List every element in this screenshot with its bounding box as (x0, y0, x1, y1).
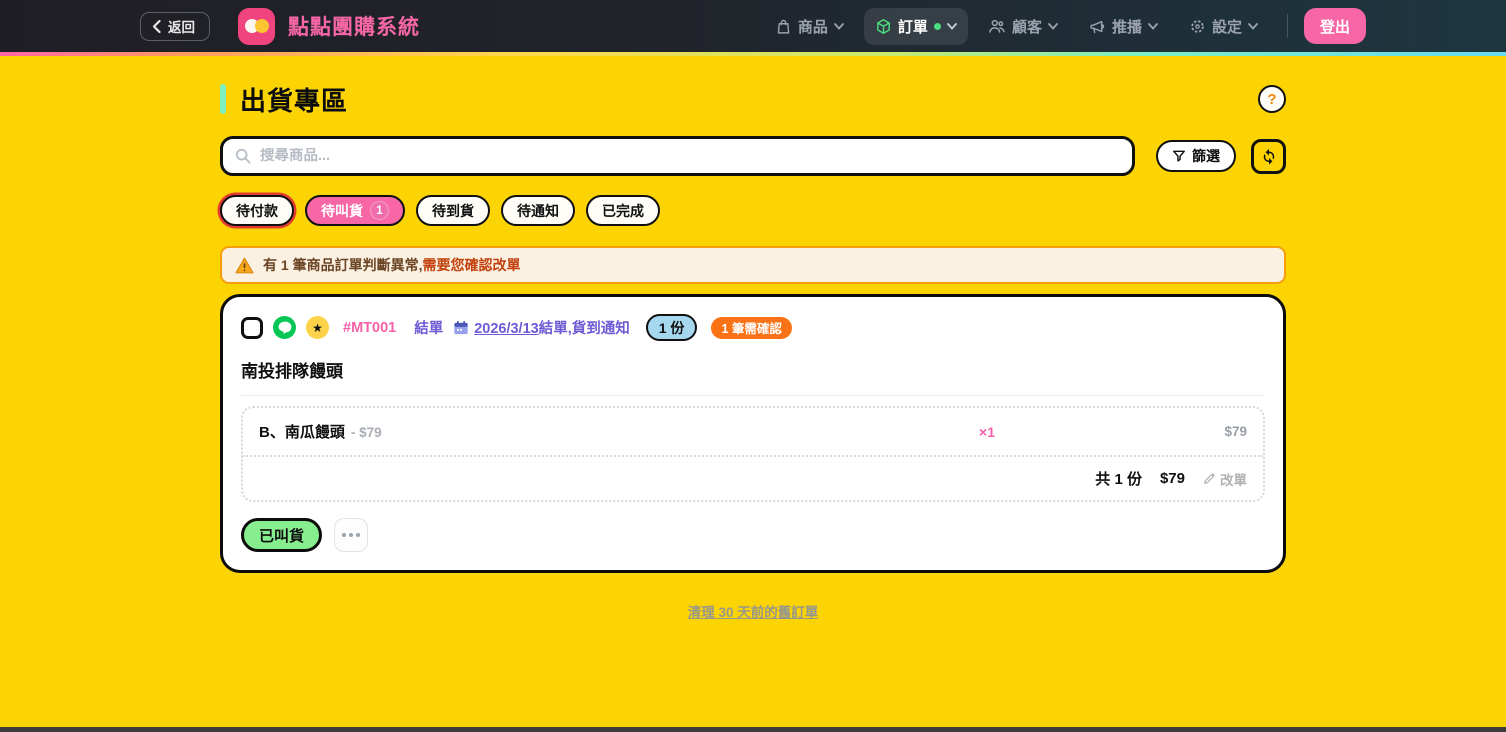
close-rest: 結單,貨到通知 (539, 321, 630, 337)
needs-confirm-badge: 1 筆需確認 (711, 317, 791, 339)
nav-item-broadcast[interactable]: 推播 (1078, 8, 1169, 45)
shipping-area-page: 出貨專區 ? 篩選 待付款 待叫貨 1 待到貨 待通知 已完成 (220, 82, 1286, 622)
search-icon (235, 148, 251, 164)
status-tabs: 待付款 待叫貨 1 待到貨 待通知 已完成 (220, 195, 1286, 226)
ordered-button[interactable]: 已叫貨 (241, 518, 322, 552)
nav-divider (1287, 14, 1288, 38)
calendar-icon (453, 320, 469, 335)
nav-item-orders[interactable]: 訂單 (864, 8, 968, 45)
orders-status-dot (934, 23, 941, 30)
nav-label-orders: 訂單 (898, 16, 928, 37)
chevron-left-icon (152, 20, 161, 33)
search-box (220, 136, 1135, 176)
back-label: 返回 (168, 16, 195, 36)
order-card: ★ #MT001 結單 2026/3/13結單,貨到通知 1 份 1 筆需確認 … (220, 294, 1286, 573)
order-close-label: 結單 (414, 317, 443, 338)
refresh-button[interactable] (1251, 139, 1286, 174)
tab-label: 待付款 (236, 201, 278, 221)
close-date: 2026/3/13 (474, 321, 539, 337)
tab-label: 已完成 (602, 201, 644, 221)
more-options-button[interactable] (334, 518, 368, 552)
nav-label-settings: 設定 (1212, 16, 1242, 37)
chevron-down-icon (834, 23, 844, 30)
item-quantity: ×1 (957, 424, 1017, 440)
order-checkbox[interactable] (241, 317, 263, 339)
logo-dot-yellow (255, 19, 269, 33)
tab-to-notify[interactable]: 待通知 (501, 195, 575, 226)
more-options-icon (342, 533, 346, 537)
tab-label: 待到貨 (432, 201, 474, 221)
nav-item-customers[interactable]: 顧客 (977, 8, 1069, 45)
pencil-icon (1203, 472, 1216, 485)
order-close-info: 2026/3/13結單,貨到通知 (453, 317, 630, 338)
anomaly-alert-banner: 有 1 筆商品訂單判斷異常,需要您確認改單 (220, 246, 1286, 284)
order-id: #MT001 (343, 320, 396, 336)
chevron-down-icon (1148, 23, 1158, 30)
chevron-down-icon (947, 23, 957, 30)
people-icon (988, 18, 1006, 34)
nav-label-products: 商品 (798, 16, 828, 37)
nav-label-customers: 顧客 (1012, 16, 1042, 37)
item-unit-price: - $79 (351, 425, 382, 440)
tab-awaiting-arrival[interactable]: 待到貨 (416, 195, 490, 226)
cube-icon (875, 18, 892, 35)
order-qty-badge: 1 份 (646, 314, 698, 341)
chevron-down-icon (1048, 23, 1058, 30)
alert-highlight: 需要您確認改單 (422, 257, 520, 273)
order-items-box: B、南瓜饅頭 - $79 ×1 $79 共 1 份 $79 改單 (241, 406, 1265, 502)
tab-pending-payment[interactable]: 待付款 (220, 195, 294, 226)
title-accent-bar (220, 84, 226, 114)
tab-to-order[interactable]: 待叫貨 1 (305, 195, 405, 226)
nav-item-products[interactable]: 商品 (764, 8, 855, 45)
logout-button[interactable]: 登出 (1304, 8, 1366, 44)
nav-label-broadcast: 推播 (1112, 16, 1142, 37)
bottom-edge-strip (0, 727, 1506, 732)
tab-completed[interactable]: 已完成 (586, 195, 660, 226)
filter-button[interactable]: 篩選 (1156, 140, 1236, 172)
summary-total-qty: 共 1 份 (1095, 468, 1142, 489)
top-navbar: 返回 點點團購系統 商品 訂單 顧客 推播 (0, 0, 1506, 56)
cleanup-old-orders-link[interactable]: 清理 30 天前的舊訂單 (688, 605, 819, 620)
help-button[interactable]: ? (1258, 85, 1286, 113)
gear-icon (1189, 18, 1206, 35)
tab-label: 待叫貨 (321, 201, 363, 221)
tab-label: 待通知 (517, 201, 559, 221)
alert-text: 有 1 筆商品訂單判斷異常,需要您確認改單 (263, 255, 520, 275)
order-summary-row: 共 1 份 $79 改單 (243, 457, 1263, 500)
search-input[interactable] (260, 148, 1120, 164)
nav-item-settings[interactable]: 設定 (1178, 8, 1269, 45)
item-name: B、南瓜饅頭 (259, 421, 345, 442)
line-channel-icon (273, 316, 296, 339)
filter-label: 篩選 (1192, 146, 1220, 166)
order-item-row: B、南瓜饅頭 - $79 ×1 $79 (243, 408, 1263, 455)
brand-logo-icon[interactable] (238, 8, 275, 45)
item-amount: $79 (1017, 424, 1247, 439)
product-name: 南投排隊饅頭 (241, 357, 1265, 382)
star-badge-icon: ★ (306, 316, 329, 339)
page-title: 出貨專區 (240, 81, 348, 118)
brand-title: 點點團購系統 (288, 11, 420, 41)
warning-icon (235, 257, 254, 274)
card-divider (241, 395, 1265, 396)
bag-icon (775, 18, 792, 35)
chevron-down-icon (1248, 23, 1258, 30)
refresh-icon (1260, 147, 1278, 165)
edit-order-link[interactable]: 改單 (1203, 469, 1247, 489)
tab-count-badge: 1 (370, 201, 389, 220)
megaphone-icon (1089, 18, 1106, 35)
funnel-icon (1172, 149, 1186, 163)
back-button[interactable]: 返回 (140, 12, 210, 41)
summary-total-amount: $79 (1160, 470, 1185, 487)
